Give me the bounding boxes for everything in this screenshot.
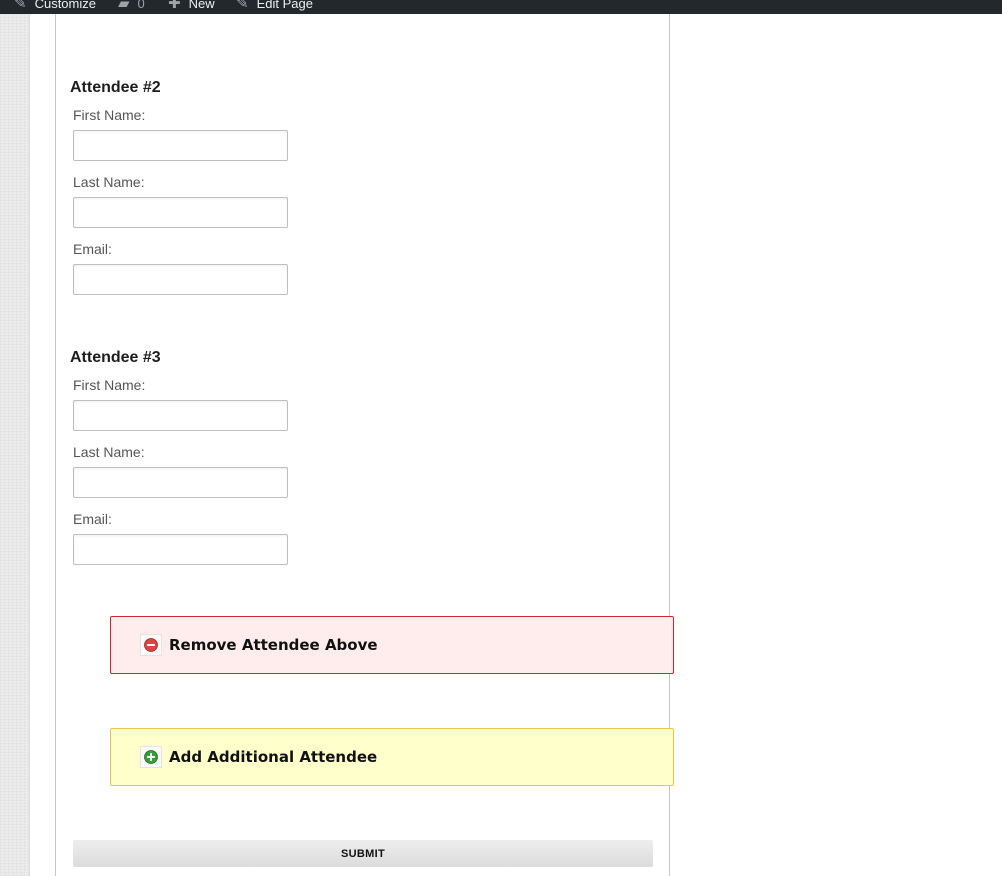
attendee-2-first-name-label: First Name:	[73, 107, 146, 123]
attendee-2-first-name-input[interactable]	[73, 130, 288, 161]
admin-bar-customize-label: Customize	[34, 0, 96, 11]
admin-bar-edit-page-label: Edit Page	[256, 0, 313, 11]
attendee-2-last-name-input[interactable]	[73, 197, 288, 228]
content-border-left	[55, 14, 56, 876]
minus-circle-icon	[140, 634, 162, 656]
remove-attendee-button[interactable]: Remove Attendee Above	[110, 616, 674, 674]
attendee-3-first-name-input[interactable]	[73, 400, 288, 431]
attendee-2-heading: Attendee #2	[70, 79, 161, 96]
attendee-2-last-name-label: Last Name:	[73, 174, 145, 190]
admin-bar-comments-count: 0	[137, 0, 145, 11]
brush-icon: ✎	[14, 0, 27, 12]
attendee-2-email-input[interactable]	[73, 264, 288, 295]
attendee-3-email-input[interactable]	[73, 534, 288, 565]
admin-bar-customize[interactable]: ✎ Customize	[14, 0, 96, 13]
add-attendee-label: Add Additional Attendee	[169, 748, 378, 766]
plus-circle-icon	[140, 746, 162, 768]
admin-bar-comments[interactable]: ▰ 0	[118, 0, 145, 13]
submit-button[interactable]: SUBMIT	[73, 840, 653, 867]
plus-icon: ✚	[168, 0, 181, 12]
comment-icon: ▰	[118, 0, 130, 12]
attendee-3-last-name-label: Last Name:	[73, 444, 145, 460]
add-attendee-button[interactable]: Add Additional Attendee	[110, 728, 674, 786]
admin-bar-new[interactable]: ✚ New	[168, 0, 215, 13]
attendee-3-heading: Attendee #3	[70, 349, 161, 366]
attendee-3-email-label: Email:	[73, 511, 112, 527]
pencil-icon: ✎	[236, 0, 249, 12]
attendee-3-first-name-label: First Name:	[73, 377, 146, 393]
attendee-3-last-name-input[interactable]	[73, 467, 288, 498]
remove-attendee-label: Remove Attendee Above	[169, 636, 378, 654]
left-gutter	[0, 14, 30, 876]
admin-bar-edit-page[interactable]: ✎ Edit Page	[236, 0, 313, 13]
admin-bar-new-label: New	[188, 0, 215, 11]
attendee-2-email-label: Email:	[73, 241, 112, 257]
admin-bar: ✎ Customize ▰ 0 ✚ New ✎ Edit Page	[0, 0, 1002, 14]
